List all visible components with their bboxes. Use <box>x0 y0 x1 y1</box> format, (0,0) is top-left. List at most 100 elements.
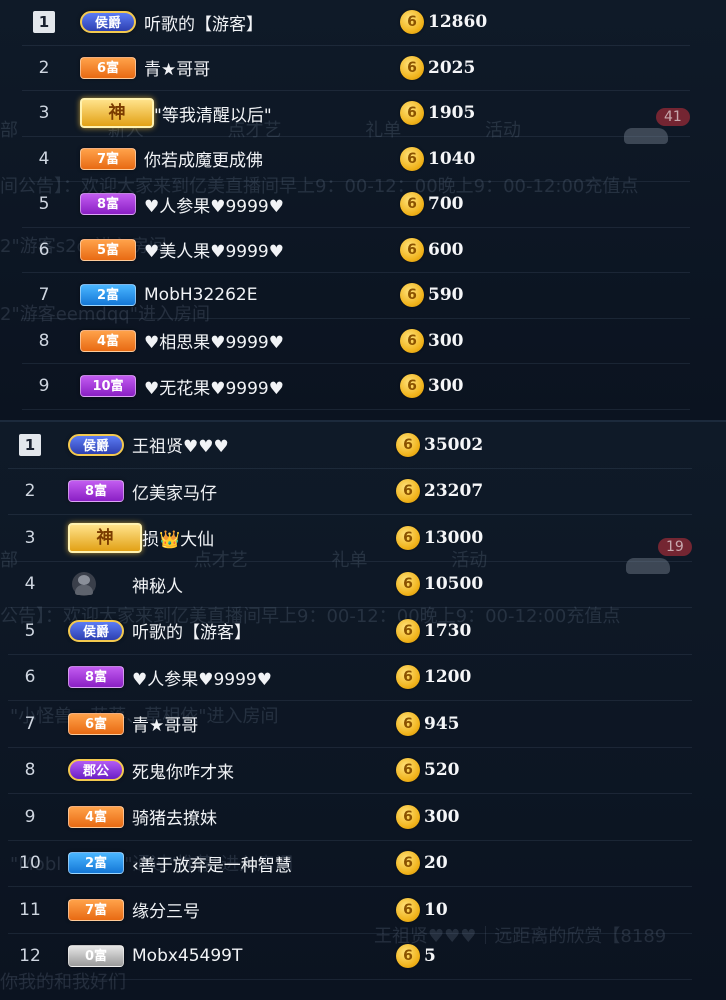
bottom-ranking-panel: 部 点才艺 礼单 活动 19 公告】：欢迎大家来到亿美直播间早上9：00-12：… <box>0 420 726 1000</box>
level-badge-wrap: 神 <box>66 98 154 129</box>
ranking-row[interactable]: 2 8富 亿美家马仔 6 23207 <box>8 469 692 515</box>
rank-number: 2 <box>8 481 52 501</box>
score-group: 6 20 <box>396 851 448 876</box>
rank-number: 1 <box>22 11 66 34</box>
rank-number: 5 <box>22 194 66 214</box>
level-badge: 2富 <box>68 852 124 875</box>
rank-number: 1 <box>8 433 52 456</box>
coin-icon: 6 <box>400 283 424 308</box>
ranking-row[interactable]: 8 4富 ♥相思果♥9999♥ 6 300 <box>22 319 690 364</box>
score-value: 1730 <box>424 620 472 641</box>
score-value: 13000 <box>424 527 484 548</box>
score-group: 6 700 <box>400 192 464 217</box>
score-value: 1040 <box>428 148 476 169</box>
score-group: 6 1200 <box>396 665 471 690</box>
ranking-row[interactable]: 9 4富 骑猪去撩妹 6 300 <box>8 794 692 841</box>
rank-label: 6 <box>24 667 36 688</box>
level-badge-wrap: 4富 <box>52 805 126 828</box>
score-group: 6 520 <box>396 758 460 783</box>
ranking-row[interactable]: 6 5富 ♥美人果♥9999♥ 6 600 <box>22 228 690 273</box>
score-group: 6 1730 <box>396 618 472 643</box>
rank-label: 6 <box>38 239 50 260</box>
rank-number: 4 <box>8 574 52 594</box>
score-value: 35002 <box>424 434 484 455</box>
rank-number: 8 <box>22 331 66 351</box>
score-group: 6 35002 <box>396 432 484 457</box>
coin-icon: 6 <box>400 192 424 217</box>
level-badge: 7富 <box>68 898 124 921</box>
level-badge-wrap <box>52 572 126 597</box>
level-badge: 侯爵 <box>80 11 136 34</box>
score-value: 10500 <box>424 574 484 595</box>
score-value: 600 <box>428 239 464 260</box>
level-badge: 8富 <box>80 193 136 216</box>
level-badge-wrap: 7富 <box>52 898 126 921</box>
ranking-row[interactable]: 8 郡公 死鬼你咋才来 6 520 <box>8 748 692 794</box>
ranking-row[interactable]: 2 6富 青★哥哥 6 2025 <box>22 46 690 91</box>
level-badge-wrap: 4富 <box>66 329 138 352</box>
rank-label: 4 <box>38 148 50 169</box>
score-group: 6 12860 <box>400 10 488 35</box>
score-group: 6 600 <box>400 237 464 262</box>
rank-label: 8 <box>38 330 50 351</box>
level-badge-wrap: 8富 <box>66 193 138 216</box>
level-badge: 0富 <box>68 945 124 968</box>
ranking-row[interactable]: 3 神损👑大仙 6 13000 <box>8 515 692 562</box>
rank-label: 10 <box>19 853 41 874</box>
rank-number: 3 <box>22 103 66 123</box>
ranking-row[interactable]: 5 8富 ♥人参果♥9999♥ 6 700 <box>22 182 690 228</box>
ranking-row[interactable]: 7 6富 青★哥哥 6 945 <box>8 701 692 748</box>
coin-icon: 6 <box>400 328 424 353</box>
score-value: 300 <box>424 806 460 827</box>
rank-number: 11 <box>8 900 52 920</box>
level-badge-wrap: 郡公 <box>52 759 126 782</box>
rank-number: 2 <box>22 58 66 78</box>
rank-label: 1 <box>33 11 55 34</box>
score-value: 10 <box>424 899 448 920</box>
score-value: 1905 <box>428 103 476 124</box>
score-group: 6 10500 <box>396 572 484 597</box>
rank-label: 8 <box>24 760 36 781</box>
score-value: 700 <box>428 194 464 215</box>
level-badge-wrap: 侯爵 <box>66 11 138 34</box>
score-value: 300 <box>428 376 464 397</box>
rank-label: 9 <box>38 376 50 397</box>
coin-icon: 6 <box>396 944 420 969</box>
level-badge: 4富 <box>68 805 124 828</box>
level-badge: 2富 <box>80 284 136 307</box>
ranking-row[interactable]: 4 神秘人 6 10500 <box>8 562 692 608</box>
level-badge-wrap: 5富 <box>66 238 138 261</box>
ranking-row[interactable]: 7 2富 MobH32262E 6 590 <box>22 273 690 319</box>
level-badge: 侯爵 <box>68 619 124 642</box>
rank-number: 6 <box>22 240 66 260</box>
ranking-row[interactable]: 5 侯爵 听歌的【游客】 6 1730 <box>8 608 692 655</box>
level-badge: 侯爵 <box>68 433 124 456</box>
ranking-row[interactable]: 12 0富 Mobx45499T 6 5 <box>8 934 692 980</box>
level-badge: 5富 <box>80 238 136 261</box>
score-group: 65 <box>396 944 436 969</box>
rank-label: 9 <box>24 806 36 827</box>
ranking-row[interactable]: 9 10富 ♥无花果♥9999♥ 6 300 <box>22 364 690 410</box>
coin-icon: 6 <box>400 10 424 35</box>
score-value: 300 <box>428 330 464 351</box>
ranking-row[interactable]: 4 7富 你若成魔更成佛 6 1040 <box>22 137 690 182</box>
score-value: 12860 <box>428 12 488 33</box>
score-group: 6 300 <box>400 328 464 353</box>
score-group: 6 300 <box>396 804 460 829</box>
ranking-row[interactable]: 1 侯爵 听歌的【游客】 6 12860 <box>22 0 690 46</box>
rank-label: 3 <box>38 103 50 124</box>
ranking-row[interactable]: 11 7富 缘分三号 6 10 <box>8 887 692 934</box>
ranking-row[interactable]: 10 2富 ‹善于放弃是一种智慧 6 20 <box>8 841 692 887</box>
coin-icon: 6 <box>400 237 424 262</box>
coin-icon: 6 <box>396 665 420 690</box>
rank-label: 1 <box>19 433 41 456</box>
ranking-row[interactable]: 3 神 "等我清醒以后" 6 1905 <box>22 91 690 137</box>
rank-number: 7 <box>22 285 66 305</box>
rank-number: 3 <box>8 528 52 548</box>
level-badge-wrap: 6富 <box>52 712 126 735</box>
score-group: 6 2025 <box>400 55 475 80</box>
score-value: 23207 <box>424 481 484 502</box>
ranking-row[interactable]: 6 8富 ♥人参果♥9999♥ 6 1200 <box>8 655 692 701</box>
ranking-row[interactable]: 1 侯爵 王祖贤♥♥♥ 6 35002 <box>8 422 692 469</box>
coin-icon: 6 <box>396 432 420 457</box>
